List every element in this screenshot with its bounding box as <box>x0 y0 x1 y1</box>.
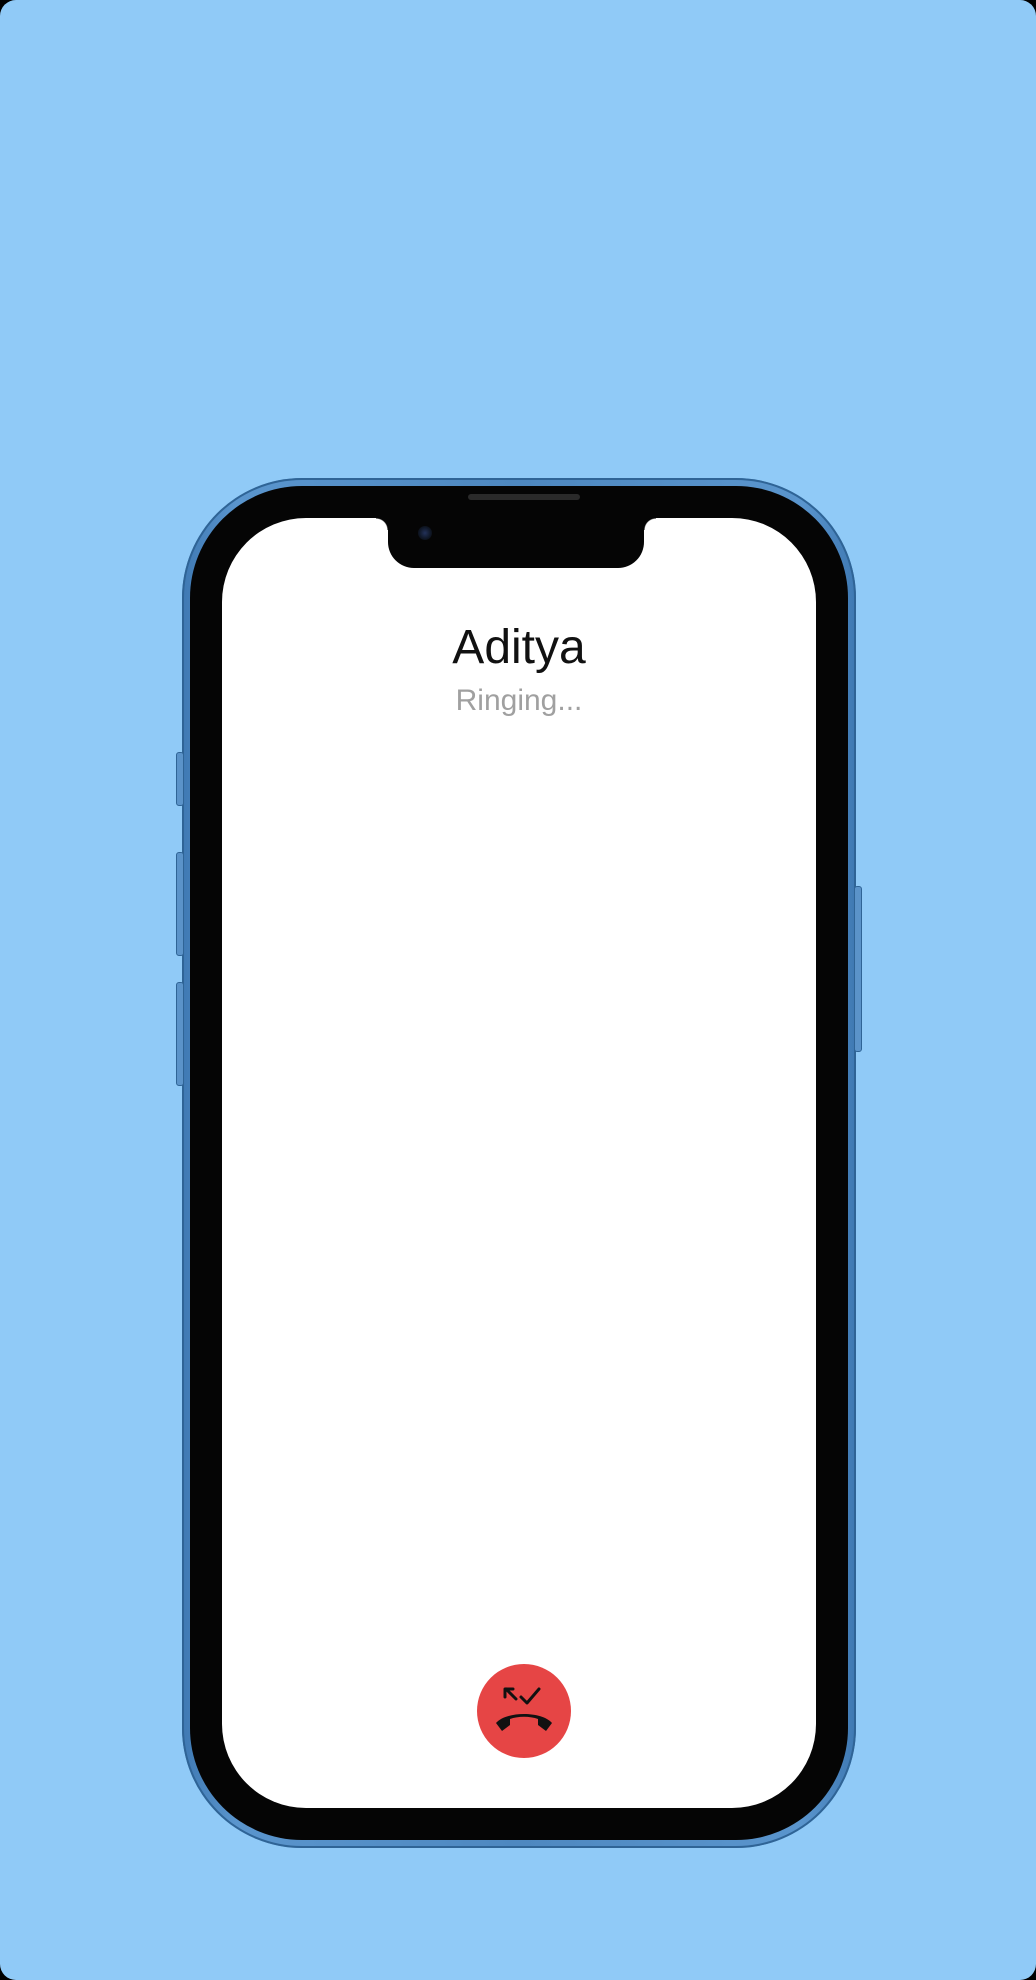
phone-frame: Aditya Ringing... <box>176 478 862 1848</box>
call-status: Ringing... <box>455 684 583 717</box>
page-background: Aditya Ringing... <box>0 0 1036 1980</box>
earpiece-speaker <box>468 494 580 500</box>
contact-name: Aditya <box>452 621 586 674</box>
silent-switch <box>176 752 184 806</box>
volume-up-button <box>176 852 184 956</box>
end-call-button[interactable] <box>477 1664 571 1758</box>
camera-icon <box>418 526 432 540</box>
volume-down-button <box>176 982 184 1086</box>
phone-bezel: Aditya Ringing... <box>190 486 848 1840</box>
power-button <box>854 886 862 1052</box>
call-screen: Aditya Ringing... <box>222 518 816 1808</box>
phone-hangup-icon <box>492 1683 556 1739</box>
camera-notch <box>376 518 656 568</box>
